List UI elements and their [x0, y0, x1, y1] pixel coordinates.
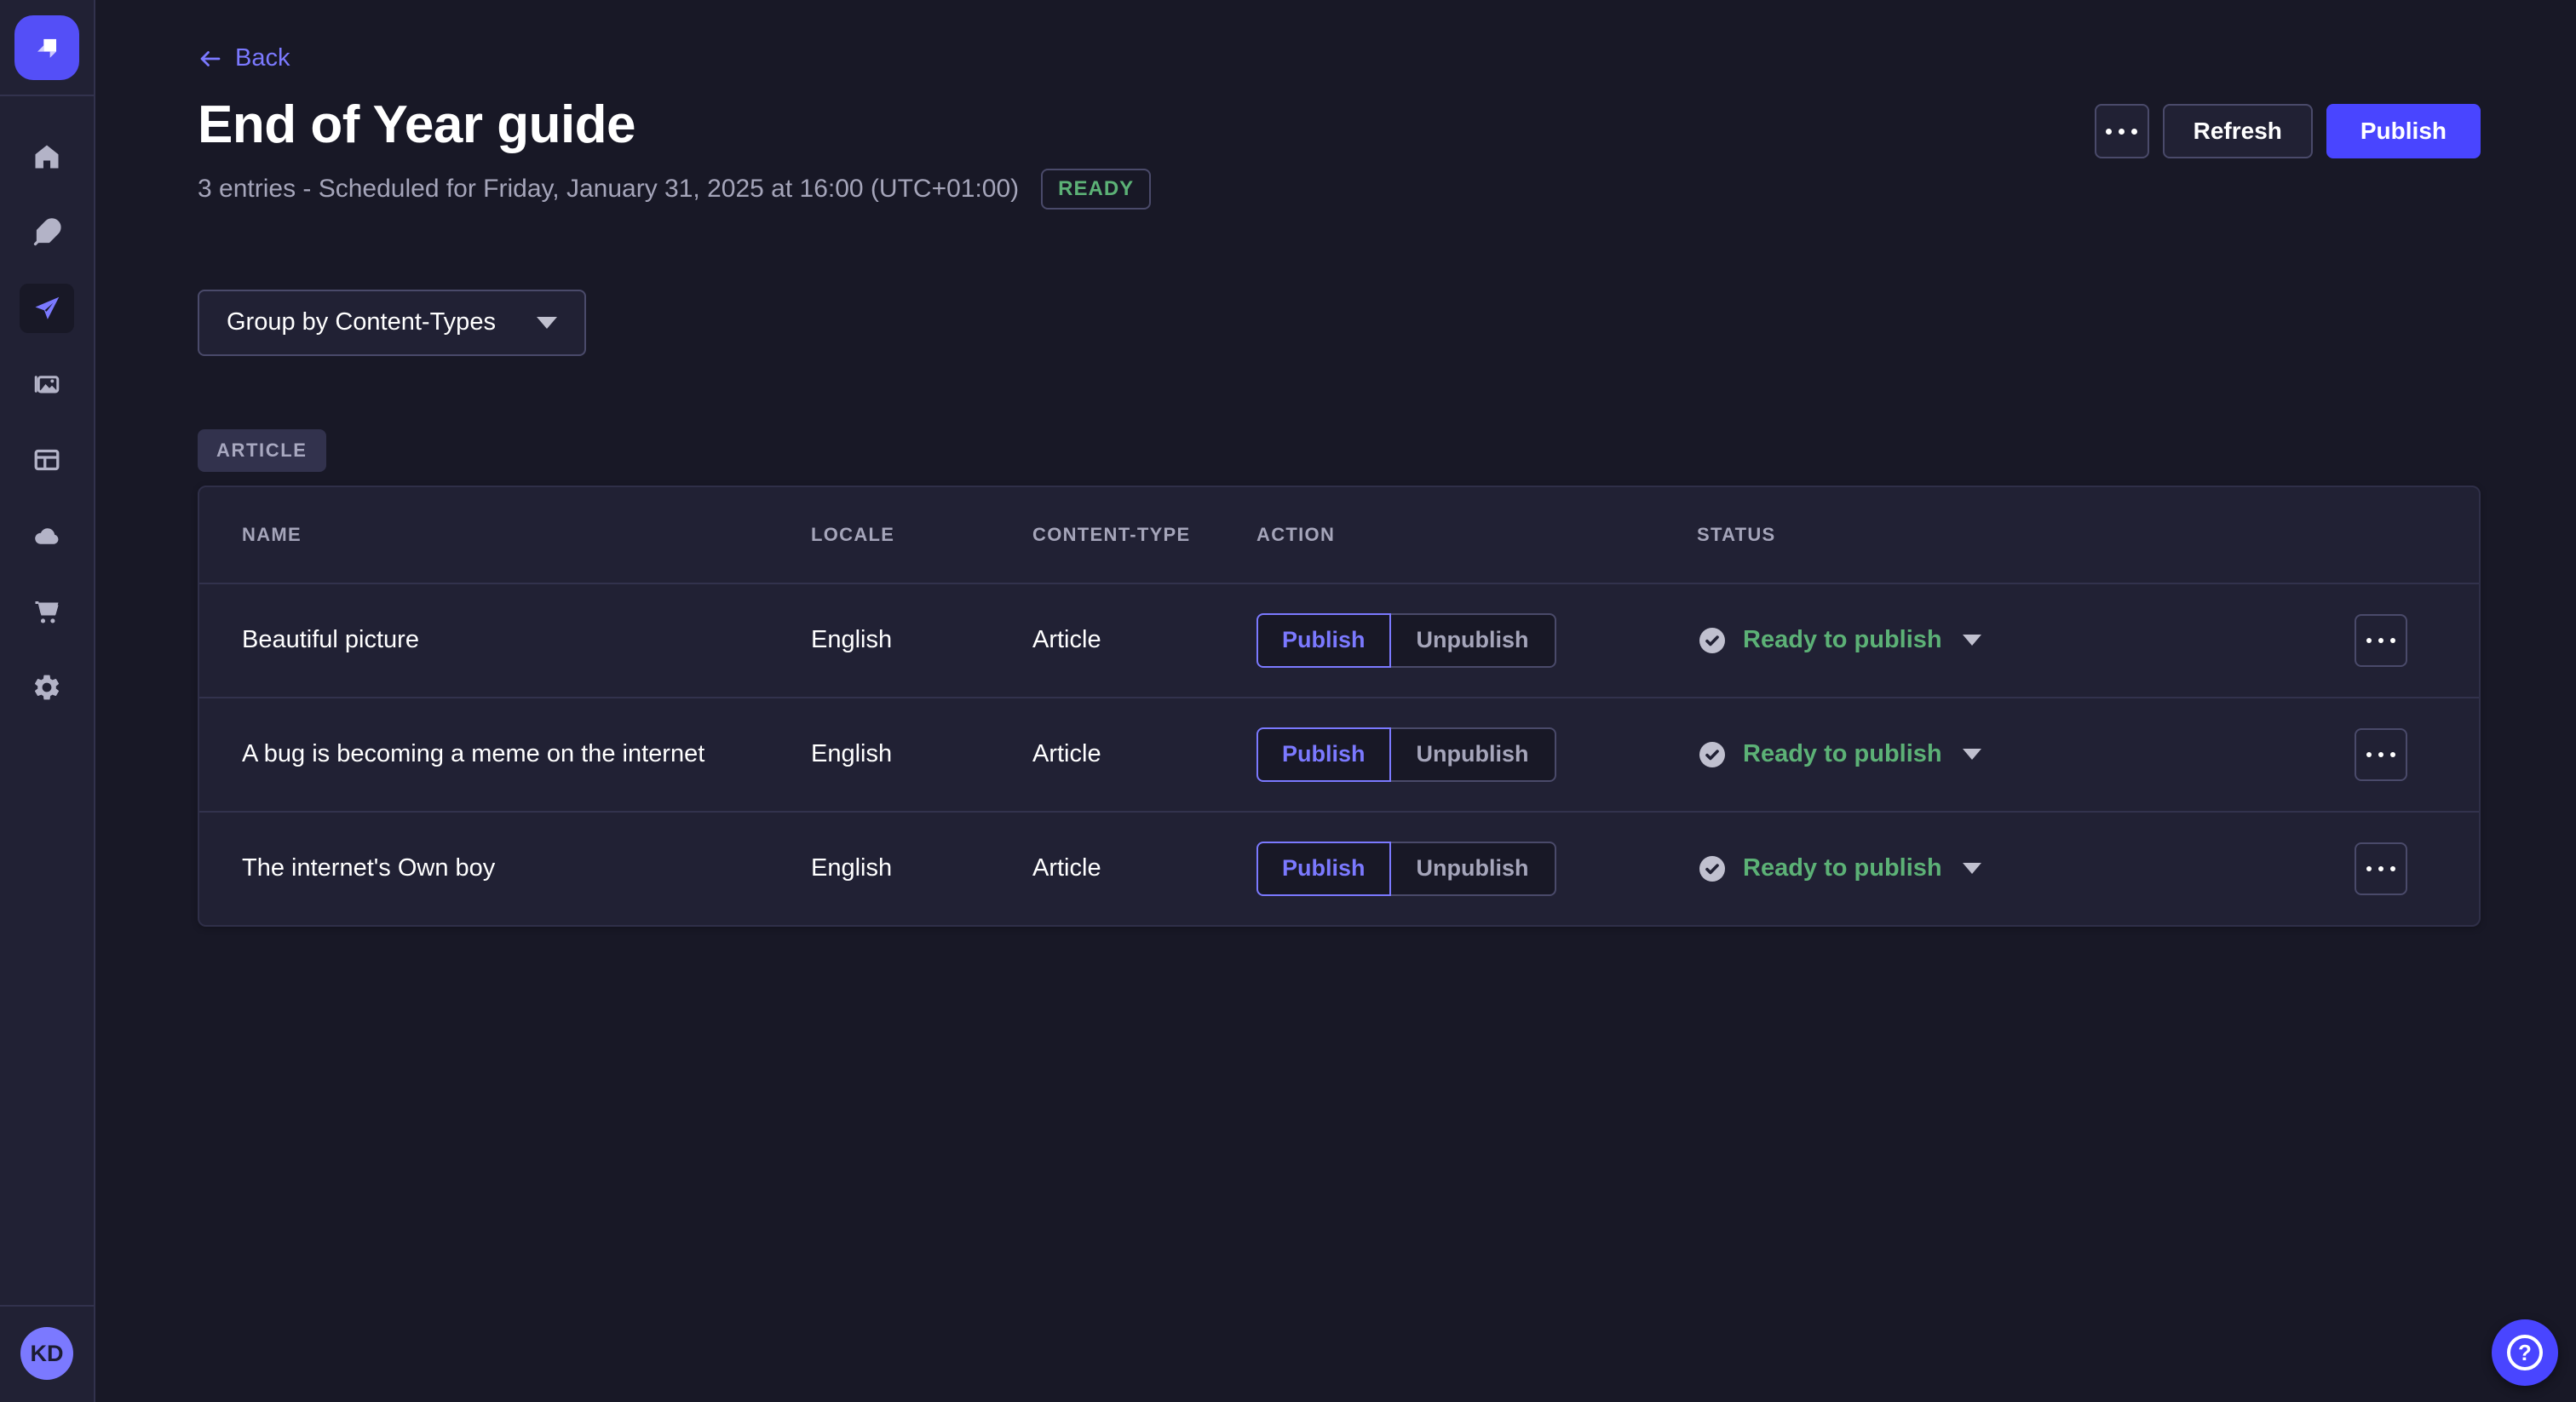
layout-icon [32, 445, 62, 475]
publish-segment-button[interactable]: Publish [1256, 613, 1391, 668]
entry-locale: English [811, 626, 1032, 654]
entries-table-card: NAME LOCALE CONTENT-TYPE ACTION STATUS B… [198, 486, 2481, 927]
action-toggle: Publish Unpublish [1256, 842, 1697, 896]
release-more-options-button[interactable] [2095, 104, 2149, 158]
more-options-icon [2106, 129, 2137, 135]
sidebar-item-content-type-builder[interactable] [20, 435, 74, 485]
action-toggle: Publish Unpublish [1256, 727, 1697, 782]
entry-locale: English [811, 854, 1032, 882]
sidebar-nav [20, 96, 74, 712]
page-title: End of Year guide [198, 95, 1151, 155]
ready-status-badge: READY [1041, 169, 1151, 210]
page-header: Back End of Year guide 3 entries - Sched… [198, 43, 2481, 210]
home-icon [32, 141, 62, 172]
media-library-icon [32, 369, 62, 399]
group-by-select[interactable]: Group by Content-Types [198, 290, 586, 356]
entry-content-type: Article [1032, 854, 1256, 882]
publish-segment-button[interactable]: Publish [1256, 727, 1391, 782]
chevron-down-icon [1963, 749, 1981, 760]
entry-locale: English [811, 740, 1032, 768]
table-row: The internet's Own boy English Article P… [199, 811, 2479, 925]
check-circle-icon [1697, 625, 1728, 656]
subtitle-row: 3 entries - Scheduled for Friday, Januar… [198, 169, 1151, 210]
check-circle-icon [1697, 853, 1728, 884]
entry-name: Beautiful picture [242, 626, 811, 654]
entry-status-label: Ready to publish [1743, 740, 1942, 768]
page-header-left: Back End of Year guide 3 entries - Sched… [198, 43, 1151, 210]
sidebar: KD [0, 0, 95, 1402]
entry-name: A bug is becoming a meme on the internet [242, 740, 811, 768]
publish-segment-button[interactable]: Publish [1256, 842, 1391, 896]
chevron-down-icon [537, 317, 557, 329]
schedule-subtitle: 3 entries - Scheduled for Friday, Januar… [198, 175, 1019, 204]
column-header-action: ACTION [1256, 524, 1697, 546]
gear-icon [32, 672, 62, 703]
unpublish-segment-button[interactable]: Unpublish [1391, 613, 1556, 668]
question-mark-icon: ? [2507, 1335, 2543, 1370]
check-circle-icon [1697, 739, 1728, 770]
sidebar-item-releases[interactable] [20, 284, 74, 333]
publish-release-button[interactable]: Publish [2326, 104, 2481, 158]
more-options-icon [2366, 638, 2395, 643]
entry-status-dropdown[interactable]: Ready to publish [1697, 739, 2355, 770]
sidebar-item-home[interactable] [20, 132, 74, 181]
column-header-status: STATUS [1697, 524, 2355, 546]
chevron-down-icon [1963, 863, 1981, 874]
row-more-options-button[interactable] [2355, 728, 2407, 781]
table-row: Beautiful picture English Article Publis… [199, 583, 2479, 697]
entry-content-type: Article [1032, 626, 1256, 654]
sidebar-item-media-library[interactable] [20, 359, 74, 409]
feather-icon [32, 217, 62, 248]
shopping-cart-icon [32, 596, 62, 627]
paper-plane-icon [32, 293, 62, 324]
column-header-content-type: CONTENT-TYPE [1032, 524, 1256, 546]
table-header-row: NAME LOCALE CONTENT-TYPE ACTION STATUS [199, 487, 2479, 583]
refresh-button[interactable]: Refresh [2163, 104, 2313, 158]
group-by-label: Group by Content-Types [227, 308, 496, 336]
header-actions: Refresh Publish [2095, 104, 2481, 158]
sidebar-item-deploy[interactable] [20, 511, 74, 560]
back-link[interactable]: Back [198, 44, 290, 72]
chevron-down-icon [1963, 635, 1981, 646]
cloud-icon [32, 520, 62, 551]
more-options-icon [2366, 752, 2395, 757]
help-button[interactable]: ? [2492, 1319, 2558, 1386]
user-avatar[interactable]: KD [20, 1327, 73, 1380]
more-options-icon [2366, 866, 2395, 871]
row-more-options-button[interactable] [2355, 842, 2407, 895]
sidebar-footer: KD [0, 1305, 94, 1402]
unpublish-segment-button[interactable]: Unpublish [1391, 842, 1556, 896]
unpublish-segment-button[interactable]: Unpublish [1391, 727, 1556, 782]
content-type-group-badge: ARTICLE [198, 429, 326, 472]
sidebar-item-content-manager[interactable] [20, 208, 74, 257]
entry-status-dropdown[interactable]: Ready to publish [1697, 853, 2355, 884]
table-row: A bug is becoming a meme on the internet… [199, 697, 2479, 811]
entry-name: The internet's Own boy [242, 854, 811, 882]
row-more-options-button[interactable] [2355, 614, 2407, 667]
arrow-left-icon [198, 46, 223, 72]
strapi-logo[interactable] [14, 15, 79, 80]
column-header-locale: LOCALE [811, 524, 1032, 546]
sidebar-item-marketplace[interactable] [20, 587, 74, 636]
sidebar-item-settings[interactable] [20, 663, 74, 712]
entry-content-type: Article [1032, 740, 1256, 768]
entry-status-dropdown[interactable]: Ready to publish [1697, 625, 2355, 656]
back-label: Back [235, 44, 290, 72]
action-toggle: Publish Unpublish [1256, 613, 1697, 668]
logo-container [0, 0, 94, 96]
entry-status-label: Ready to publish [1743, 626, 1942, 654]
column-header-name: NAME [242, 524, 811, 546]
entry-status-label: Ready to publish [1743, 854, 1942, 882]
strapi-logo-icon [28, 29, 66, 66]
main-content: Back End of Year guide 3 entries - Sched… [95, 0, 2576, 1402]
